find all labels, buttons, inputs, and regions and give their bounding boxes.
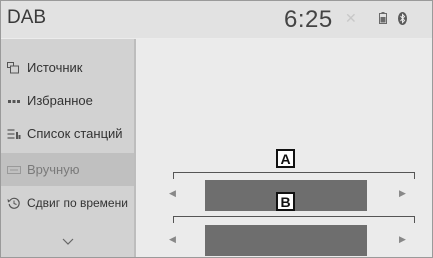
sidebar-item-label: Список станций	[27, 126, 123, 141]
app-title: DAB	[7, 7, 47, 28]
status-bar: DAB 6:25 ✕	[1, 1, 432, 38]
sidebar-item-station-list[interactable]: Список станций	[1, 117, 134, 150]
sidebar-item-source[interactable]: Источник	[1, 51, 134, 84]
sidebar-item-label: Источник	[27, 60, 83, 75]
sidebar-menu: Источник Избранное Список станций Вручну…	[1, 39, 136, 257]
manual-icon	[7, 165, 21, 174]
callout-label-b: B	[276, 192, 295, 211]
manual-tuning-panel: A ◀ ▶ B ◀ ▶	[137, 39, 432, 257]
callout-label-a: A	[276, 149, 295, 168]
menu-more-button[interactable]	[1, 225, 134, 257]
tune-bar-b[interactable]	[205, 225, 367, 256]
station-list-icon	[7, 128, 21, 139]
sidebar-item-favorites[interactable]: Избранное	[1, 84, 134, 117]
tune-right-arrow-icon[interactable]: ▶	[399, 188, 406, 199]
bluetooth-icon	[398, 12, 407, 25]
seek-right-arrow-icon[interactable]: ▶	[399, 234, 406, 245]
favorites-icon	[8, 99, 20, 103]
close-icon: ✕	[345, 10, 357, 26]
screen: DAB 6:25 ✕ Источник Избранное Список ста…	[0, 0, 433, 258]
sidebar-item-manual[interactable]: Вручную	[1, 153, 134, 186]
battery-icon	[379, 12, 387, 24]
chevron-down-icon	[62, 238, 73, 245]
sidebar-item-label: Вручную	[27, 162, 80, 177]
tune-left-arrow-icon[interactable]: ◀	[169, 188, 176, 199]
sidebar-item-label: Сдвиг по времени	[27, 195, 128, 210]
sidebar-item-time-shift[interactable]: Сдвиг по времени	[1, 186, 134, 219]
time-shift-icon	[7, 197, 20, 209]
seek-left-arrow-icon[interactable]: ◀	[169, 234, 176, 245]
source-icon	[7, 61, 19, 73]
sidebar-divider	[134, 39, 136, 257]
callout-bracket-b	[173, 216, 415, 223]
callout-bracket-a	[173, 172, 415, 179]
sidebar-item-label: Избранное	[27, 93, 93, 108]
clock: 6:25	[284, 6, 333, 33]
